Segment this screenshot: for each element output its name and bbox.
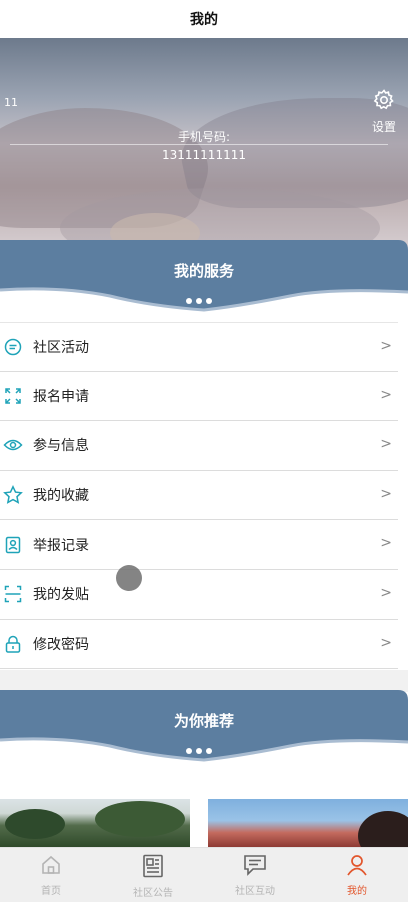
menu-item-label: 参与信息: [33, 438, 89, 455]
menu-item-label: 我的收藏: [33, 488, 89, 505]
menu-item-label: 社区活动: [33, 339, 89, 356]
pagination-dots: [186, 748, 212, 754]
report-icon: [2, 534, 24, 556]
menu-item-favorites[interactable]: 我的收藏 >: [0, 471, 398, 521]
recommend-card-image[interactable]: [208, 799, 408, 847]
chevron-right-icon: >: [380, 584, 392, 601]
page-title: 我的: [190, 12, 218, 28]
tree-shape: [5, 809, 65, 839]
chat-bubble-icon: [2, 336, 24, 358]
section-gap: [0, 670, 408, 692]
divider: [10, 144, 388, 145]
tab-label: 我的: [347, 886, 367, 897]
tree-shape: [95, 801, 185, 837]
home-icon: [40, 854, 62, 880]
services-header: 我的服务: [0, 240, 408, 316]
star-icon: [2, 484, 24, 506]
expand-arrows-icon: [2, 385, 24, 407]
recommend-card-image[interactable]: [0, 799, 190, 847]
gear-icon: [372, 88, 396, 116]
touch-indicator: [116, 565, 142, 591]
phone-value: 13111111111: [162, 148, 246, 162]
profile-header: 11 设置 手机号码: 13111111111: [0, 38, 408, 250]
menu-item-community-activity[interactable]: 社区活动 >: [0, 322, 398, 372]
tab-label: 社区互动: [235, 886, 275, 897]
chevron-right-icon: >: [380, 535, 392, 552]
services-title: 我的服务: [173, 262, 234, 280]
tab-mine[interactable]: 我的: [306, 848, 408, 902]
message-icon: [243, 854, 267, 880]
pagination-dots: [186, 298, 212, 304]
recommend-title: 为你推荐: [173, 712, 234, 730]
menu-item-registration[interactable]: 报名申请 >: [0, 372, 398, 422]
person-shape: [358, 811, 408, 847]
tab-label: 首页: [41, 886, 61, 897]
menu-item-label: 修改密码: [33, 636, 89, 653]
chevron-right-icon: >: [380, 634, 392, 651]
username: 11: [4, 96, 18, 109]
tab-announcements[interactable]: 社区公告: [102, 848, 204, 902]
menu-item-label: 举报记录: [33, 537, 89, 554]
chevron-right-icon: >: [380, 386, 392, 403]
phone-label: 手机号码:: [177, 130, 231, 144]
services-menu: 社区活动 > 报名申请 > 参与信息 > 我的收藏 > 举报记录 > 我的发贴 …: [0, 322, 398, 670]
bottom-tab-bar: 首页 社区公告 社区互动 我的: [0, 847, 408, 902]
menu-item-my-posts[interactable]: 我的发贴 >: [0, 570, 398, 620]
tab-home[interactable]: 首页: [0, 848, 102, 902]
chevron-right-icon: >: [380, 338, 392, 354]
lock-icon: [2, 633, 24, 655]
chevron-right-icon: >: [380, 436, 392, 453]
menu-item-report-records[interactable]: 举报记录 >: [0, 520, 398, 570]
menu-item-participation-info[interactable]: 参与信息 >: [0, 421, 398, 471]
scan-frame-icon: [2, 583, 24, 605]
menu-item-label: 报名申请: [33, 388, 89, 405]
chevron-right-icon: >: [380, 485, 392, 502]
menu-item-label: 我的发贴: [33, 587, 89, 604]
recommend-header: 为你推荐: [0, 690, 408, 766]
tab-community-interaction[interactable]: 社区互动: [204, 848, 306, 902]
person-icon: [346, 854, 368, 880]
menu-item-change-password[interactable]: 修改密码 >: [0, 620, 398, 670]
eye-icon: [2, 434, 24, 456]
top-bar: 我的: [0, 0, 408, 38]
tab-label: 社区公告: [133, 888, 173, 899]
newspaper-icon: [142, 854, 164, 882]
